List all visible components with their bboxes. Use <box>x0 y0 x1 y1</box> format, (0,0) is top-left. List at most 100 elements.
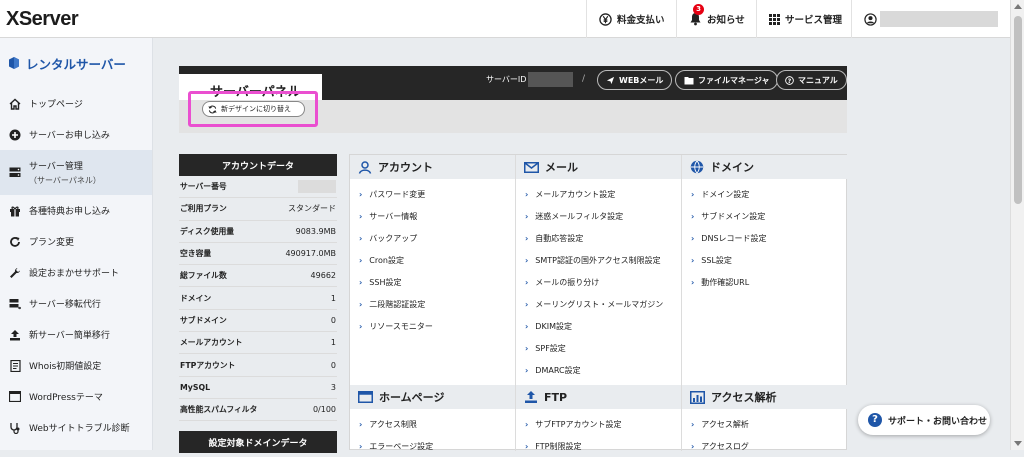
account-row-label: ディスク使用量 <box>180 226 235 236</box>
file-manager-button[interactable]: ファイルマネージャ <box>675 70 779 90</box>
chevron-right-icon: › <box>525 365 529 375</box>
xserver-logo[interactable]: XServer <box>6 8 79 31</box>
menu-link-label: 二段階認証設定 <box>369 299 426 309</box>
divider-slash: / <box>582 74 586 84</box>
chevron-right-icon: › <box>691 441 695 451</box>
scroll-down-arrow-icon[interactable] <box>1014 441 1022 446</box>
folder-icon <box>684 76 694 84</box>
menu-link[interactable]: › アクセス制限 <box>350 413 515 435</box>
menu-link[interactable]: › SSL設定 <box>682 249 848 271</box>
page-scrollbar[interactable] <box>1010 0 1024 450</box>
scroll-up-arrow-icon[interactable] <box>1014 4 1022 9</box>
menu-link[interactable]: › FTP制限設定 <box>516 435 681 457</box>
account-row-value: スタンダード <box>288 204 336 214</box>
menu-link-label: SSL設定 <box>701 255 732 265</box>
menu-link[interactable]: › パスワード変更 <box>350 183 515 205</box>
sidebar-item-label: サーバーお申し込み <box>29 131 110 141</box>
account-row-value: 1 <box>330 293 336 303</box>
menu-link[interactable]: › SMTP認証の国外アクセス制限設定 <box>516 249 681 271</box>
server-id-label: サーバーID <box>486 75 527 84</box>
sidebar-item-benefits[interactable]: 各種特典お申し込み <box>0 195 152 226</box>
chevron-right-icon: › <box>691 211 695 221</box>
menu-link-label: リソースモニター <box>369 321 433 331</box>
sidebar-item-setup-support[interactable]: 設定おまかせサポート <box>0 257 152 288</box>
menu-link[interactable]: › サブFTPアカウント設定 <box>516 413 681 435</box>
menu-link-label: サブFTPアカウント設定 <box>535 419 622 429</box>
menu-link[interactable]: › メールの振り分け <box>516 271 681 293</box>
sidebar-item-label: 新サーバー簡単移行 <box>29 331 110 341</box>
menu-section-title: アクセス解析 <box>711 391 777 404</box>
menu-section-header: ドメイン <box>682 155 848 179</box>
menu-link[interactable]: › バックアップ <box>350 227 515 249</box>
user-outline-icon <box>358 161 372 174</box>
menu-link[interactable]: › アクセス解析 <box>682 413 848 435</box>
account-row-label: サーバー番号 <box>180 182 227 192</box>
menu-section-title: FTP <box>544 390 568 404</box>
account-row-server-number: サーバー番号 <box>179 176 337 199</box>
sidebar-title[interactable]: レンタルサーバー <box>0 38 152 88</box>
account-row-label: 高性能スパムフィルタ <box>180 405 258 415</box>
menu-link[interactable]: › SPF設定 <box>516 337 681 359</box>
menu-link[interactable]: › サブドメイン設定 <box>682 205 848 227</box>
document-icon <box>9 359 21 372</box>
sidebar-item-easy-migration[interactable]: 新サーバー簡単移行 <box>0 319 152 350</box>
menu-link-label: DKIM設定 <box>535 321 572 331</box>
menu-link[interactable]: › ドメイン設定 <box>682 183 848 205</box>
service-management-button[interactable]: サービス管理 <box>756 0 854 38</box>
menu-link[interactable]: › 二段階認証設定 <box>350 293 515 315</box>
menu-link-label: 自動応答設定 <box>535 233 584 243</box>
webmail-button[interactable]: WEBメール <box>597 70 673 90</box>
menu-link[interactable]: › 迷惑メールフィルタ設定 <box>516 205 681 227</box>
menu-link[interactable]: › DNSレコード設定 <box>682 227 848 249</box>
wrench-icon <box>9 267 21 279</box>
scrollbar-thumb[interactable] <box>1014 16 1022 204</box>
chevron-right-icon: › <box>691 419 695 429</box>
menu-link[interactable]: › DMARC設定 <box>516 359 681 381</box>
menu-link[interactable]: › SSH設定 <box>350 271 515 293</box>
menu-link-label: 迷惑メールフィルタ設定 <box>535 211 624 221</box>
menu-link-label: SSH設定 <box>369 277 402 287</box>
menu-link[interactable]: › サーバー情報 <box>350 205 515 227</box>
account-row-label: 総ファイル数 <box>180 271 227 281</box>
sidebar-item-server-management[interactable]: サーバー管理 （サーバーパネル） <box>0 150 152 195</box>
manual-button[interactable]: ? マニュアル <box>776 70 847 90</box>
sidebar-item-trouble-diagnosis[interactable]: Webサイトトラブル診断 <box>0 412 152 443</box>
notice-button[interactable]: 3 お知らせ <box>676 0 757 38</box>
menu-link-label: アクセス解析 <box>701 419 749 429</box>
menu-link[interactable]: › メーリングリスト・メールマガジン <box>516 293 681 315</box>
sidebar-item-migration-service[interactable]: サーバー移転代行 <box>0 288 152 319</box>
sidebar-item-top[interactable]: トップページ <box>0 88 152 119</box>
menu-link-label: DMARC設定 <box>535 365 581 375</box>
menu-link[interactable]: › 自動応答設定 <box>516 227 681 249</box>
ftp-upload-icon <box>525 391 537 403</box>
support-contact-button[interactable]: ? サポート・お問い合わせ <box>858 405 990 435</box>
menu-link[interactable]: › リソースモニター <box>350 315 515 337</box>
chevron-right-icon: › <box>691 277 695 287</box>
sidebar-item-wordpress-theme[interactable]: WordPressテーマ <box>0 381 152 412</box>
sidebar-item-whois[interactable]: Whois初期値設定 <box>0 350 152 381</box>
chevron-right-icon: › <box>359 441 363 451</box>
account-row: ディスク使用量 9083.9MB <box>179 221 337 243</box>
menu-link[interactable]: › メールアカウント設定 <box>516 183 681 205</box>
account-row-label: メールアカウント <box>180 338 243 348</box>
sidebar-item-plan-change[interactable]: プラン変更 <box>0 226 152 257</box>
menu-link[interactable]: › Cron設定 <box>350 249 515 271</box>
menu-link[interactable]: › アクセスログ <box>682 435 848 457</box>
account-row-value: 1 <box>330 338 336 348</box>
payment-button[interactable]: 料金支払い <box>586 0 677 38</box>
server-icon <box>9 167 21 179</box>
menu-link-label: DNSレコード設定 <box>701 233 767 243</box>
menu-link[interactable]: › DKIM設定 <box>516 315 681 337</box>
globe-icon <box>690 160 704 174</box>
menu-section-title: アカウント <box>378 161 433 174</box>
menu-link[interactable]: › エラーページ設定 <box>350 435 515 457</box>
sidebar-item-server-apply[interactable]: サーバーお申し込み <box>0 119 152 150</box>
server-move-icon <box>9 298 21 310</box>
chevron-right-icon: › <box>525 211 529 221</box>
menu-link[interactable]: › 動作確認URL <box>682 271 848 293</box>
chevron-right-icon: › <box>525 277 529 287</box>
sidebar-item-label: サーバー管理 （サーバーパネル） <box>29 159 101 186</box>
chevron-right-icon: › <box>525 321 529 331</box>
account-data-panel: アカウントデータ サーバー番号 ご利用プラン スタンダード ディスク使用量 9083… <box>179 154 337 454</box>
account-row-value: 0 <box>330 315 336 325</box>
